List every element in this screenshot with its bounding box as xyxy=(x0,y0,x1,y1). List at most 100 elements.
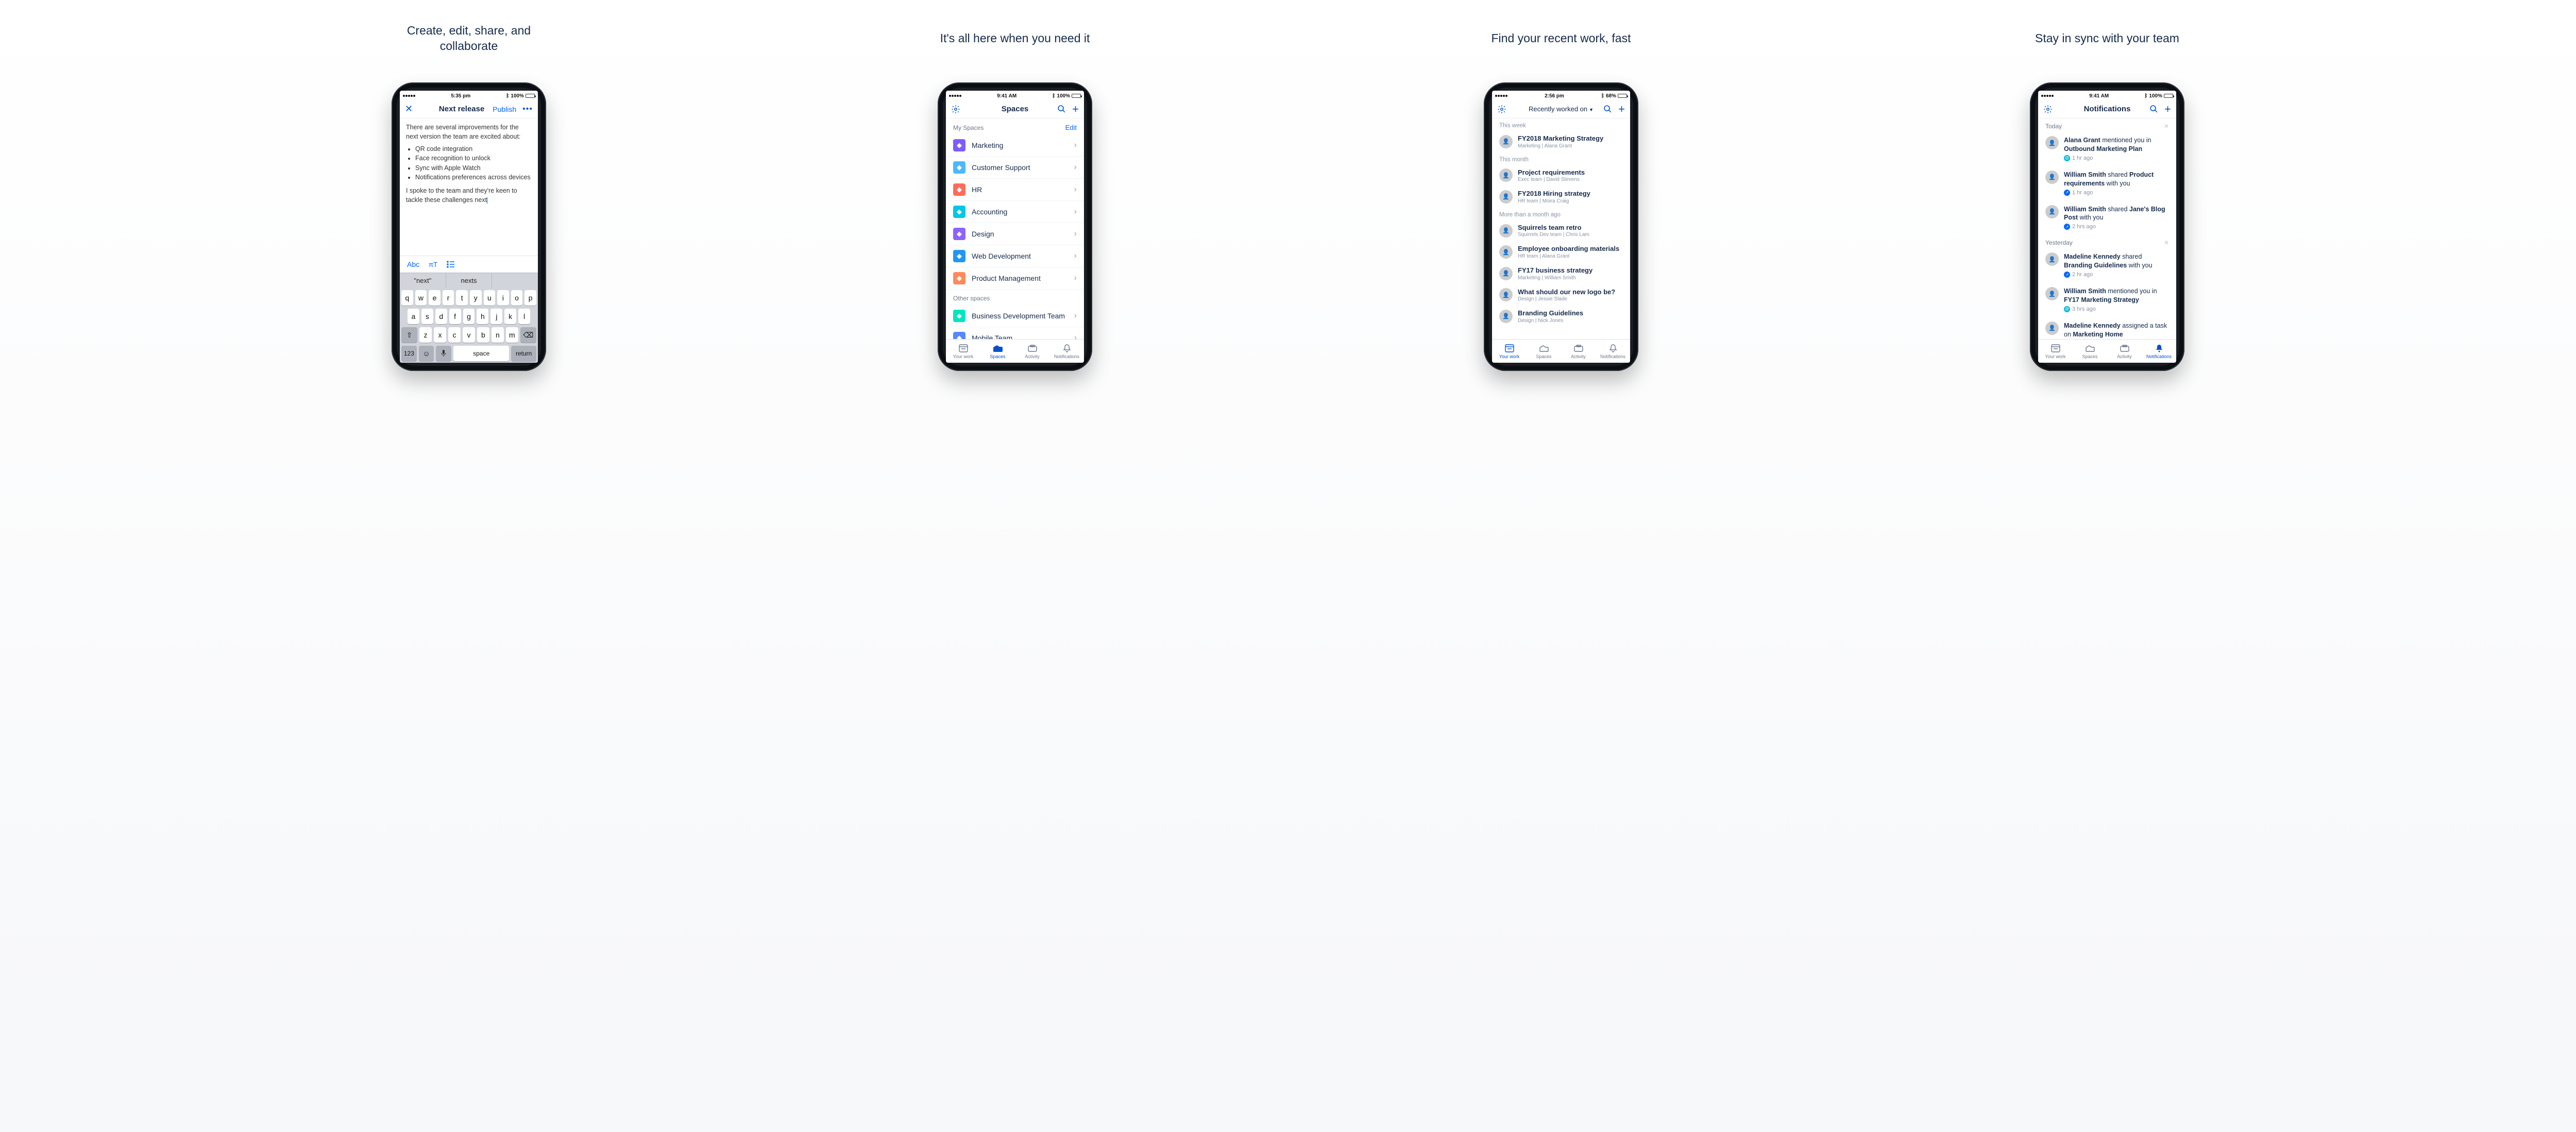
tab-your-work[interactable]: Your work xyxy=(946,340,980,363)
avatar: 👤 xyxy=(2045,205,2059,218)
key-n[interactable]: n xyxy=(492,327,504,343)
key-b[interactable]: b xyxy=(477,327,489,343)
space-row[interactable]: ◆HR› xyxy=(946,179,1084,201)
notification-text: Madeline Kennedy shared Branding Guideli… xyxy=(2064,252,2169,270)
suggestion-2[interactable]: nexts xyxy=(446,273,493,288)
key-123[interactable]: 123 xyxy=(401,346,417,361)
key-v[interactable]: v xyxy=(463,327,475,343)
add-icon[interactable]: + xyxy=(2164,103,2171,116)
tab-activity[interactable]: Activity xyxy=(1015,340,1049,363)
key-p[interactable]: p xyxy=(524,290,536,306)
key-q[interactable]: q xyxy=(401,290,413,306)
notification-item[interactable]: 👤Alana Grant mentioned you in Outbound M… xyxy=(2038,132,2176,166)
space-row[interactable]: ◆Web Development› xyxy=(946,245,1084,267)
tab-spaces[interactable]: Spaces xyxy=(980,340,1015,363)
status-time: 5:35 pm xyxy=(451,93,470,99)
space-icon: ◆ xyxy=(953,183,965,196)
tab-your-work[interactable]: Your work xyxy=(1492,340,1527,363)
key-w[interactable]: w xyxy=(415,290,427,306)
key-o[interactable]: o xyxy=(511,290,523,306)
key-mic[interactable] xyxy=(436,346,451,361)
space-row[interactable]: ◆Customer Support› xyxy=(946,157,1084,179)
key-k[interactable]: k xyxy=(504,309,516,324)
key-return[interactable]: return xyxy=(511,346,536,361)
close-icon[interactable]: ✕ xyxy=(405,104,413,114)
suggestion-1[interactable]: "next" xyxy=(400,273,446,288)
dismiss-icon[interactable]: ✕ xyxy=(2164,123,2169,130)
editor-body[interactable]: There are several improvements for the n… xyxy=(400,119,538,256)
filter-dropdown[interactable]: Recently worked on▼ xyxy=(1529,105,1594,113)
work-item[interactable]: 👤Project requirementsExec team | David S… xyxy=(1492,165,1630,187)
add-icon[interactable]: + xyxy=(1072,103,1079,116)
tab-notifications[interactable]: Notifications xyxy=(1596,340,1630,363)
notification-item[interactable]: 👤William Smith shared Product requiremen… xyxy=(2038,166,2176,201)
tab-your-work[interactable]: Your work xyxy=(2038,340,2073,363)
key-l[interactable]: l xyxy=(518,309,530,324)
gear-icon[interactable] xyxy=(951,105,960,114)
tab-spaces[interactable]: Spaces xyxy=(2073,340,2107,363)
work-item[interactable]: 👤Branding GuidelinesDesign | Nick Jones xyxy=(1492,306,1630,327)
search-icon[interactable] xyxy=(2149,105,2158,113)
key-u[interactable]: u xyxy=(484,290,496,306)
notification-item[interactable]: 👤Madeline Kennedy shared Branding Guidel… xyxy=(2038,248,2176,283)
key-delete[interactable]: ⌫ xyxy=(520,327,536,343)
tab-spaces[interactable]: Spaces xyxy=(1527,340,1561,363)
key-shift[interactable]: ⇧ xyxy=(401,327,417,343)
key-y[interactable]: y xyxy=(470,290,482,306)
key-g[interactable]: g xyxy=(463,309,475,324)
work-item-title: What should our new logo be? xyxy=(1518,288,1623,296)
key-t[interactable]: t xyxy=(456,290,468,306)
work-item[interactable]: 👤FY2018 Hiring strategyHR team | Moira C… xyxy=(1492,186,1630,208)
text-size-icon[interactable]: πT xyxy=(429,261,437,268)
text-style-button[interactable]: Abc xyxy=(407,260,419,268)
notification-item[interactable]: 👤William Smith shared Jane's Blog Post w… xyxy=(2038,201,2176,235)
dismiss-icon[interactable]: ✕ xyxy=(2164,239,2169,246)
my-spaces-header: My Spaces xyxy=(953,124,984,131)
key-c[interactable]: c xyxy=(448,327,461,343)
key-j[interactable]: j xyxy=(490,309,502,324)
space-row[interactable]: ◆Design› xyxy=(946,223,1084,245)
tab-notifications[interactable]: Notifications xyxy=(1049,340,1084,363)
notification-item[interactable]: 👤William Smith mentioned you in FY17 Mar… xyxy=(2038,283,2176,317)
space-row[interactable]: ◆Mobile Team› xyxy=(946,327,1084,339)
key-space[interactable]: space xyxy=(453,346,509,361)
key-d[interactable]: d xyxy=(435,309,447,324)
space-row[interactable]: ◆Business Development Team› xyxy=(946,305,1084,327)
work-item[interactable]: 👤Squirrels team retroSquirrels Dev team … xyxy=(1492,220,1630,242)
tab-notifications[interactable]: Notifications xyxy=(2142,340,2176,363)
key-a[interactable]: a xyxy=(408,309,419,324)
key-emoji[interactable]: ☺ xyxy=(419,346,434,361)
key-r[interactable]: r xyxy=(443,290,454,306)
work-item-title: Employee onboarding materials xyxy=(1518,245,1623,253)
key-h[interactable]: h xyxy=(477,309,488,324)
tab-activity[interactable]: Activity xyxy=(2107,340,2142,363)
key-e[interactable]: e xyxy=(429,290,440,306)
key-i[interactable]: i xyxy=(497,290,509,306)
edit-button[interactable]: Edit xyxy=(1065,124,1077,131)
work-item[interactable]: 👤FY17 business strategyMarketing | Willi… xyxy=(1492,263,1630,284)
search-icon[interactable] xyxy=(1057,105,1066,113)
work-item[interactable]: 👤What should our new logo be?Design | Je… xyxy=(1492,284,1630,306)
work-item[interactable]: 👤FY2018 Marketing StrategyMarketing | Al… xyxy=(1492,131,1630,153)
key-x[interactable]: x xyxy=(434,327,446,343)
publish-button[interactable]: Publish xyxy=(493,105,516,113)
gear-icon[interactable] xyxy=(2043,105,2053,114)
space-row[interactable]: ◆Accounting› xyxy=(946,201,1084,223)
list-icon[interactable] xyxy=(447,261,455,268)
headline-4: Stay in sync with your team xyxy=(2035,21,2179,57)
more-icon[interactable]: ••• xyxy=(522,105,533,114)
bullet-item: Face recognition to unlock xyxy=(415,154,532,163)
key-m[interactable]: m xyxy=(506,327,518,343)
gear-icon[interactable] xyxy=(1497,105,1506,114)
space-row[interactable]: ◆Product Management› xyxy=(946,267,1084,290)
key-f[interactable]: f xyxy=(449,309,461,324)
tab-activity[interactable]: Activity xyxy=(1561,340,1596,363)
key-z[interactable]: z xyxy=(419,327,432,343)
work-item[interactable]: 👤Employee onboarding materialsHR team | … xyxy=(1492,241,1630,263)
search-icon[interactable] xyxy=(1603,105,1612,113)
notification-item[interactable]: 👤Madeline Kennedy assigned a task on Mar… xyxy=(2038,317,2176,339)
add-icon[interactable]: + xyxy=(1618,103,1625,116)
space-row[interactable]: ◆Marketing› xyxy=(946,134,1084,157)
key-s[interactable]: s xyxy=(421,309,433,324)
suggestion-3[interactable] xyxy=(492,273,538,288)
